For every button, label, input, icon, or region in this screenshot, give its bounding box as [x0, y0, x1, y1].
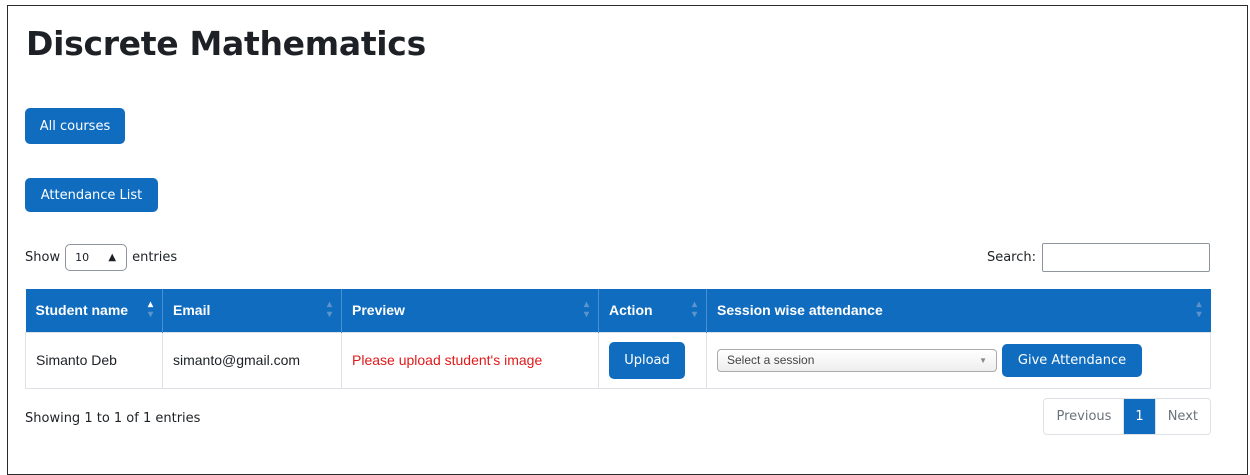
search-input[interactable] [1042, 243, 1210, 272]
pagination-next[interactable]: Next [1154, 399, 1210, 434]
column-header-email[interactable]: Email ▴ ▾ [162, 289, 342, 332]
session-select[interactable]: Select a session ▼ [717, 348, 997, 372]
table-header-row: Student name ▴ ▾ Email ▴ ▾ Preview ▴ ▾ Acti… [25, 289, 1211, 332]
sort-arrows-icon: ▲︎ [108, 251, 117, 263]
table-info: Showing 1 to 1 of 1 entries [25, 411, 201, 426]
attendance-list-button[interactable]: Attendance List [25, 178, 158, 212]
pagination: Previous 1 Next [1043, 398, 1211, 435]
chevron-down-icon: ▼ [979, 355, 987, 365]
action-cell: Upload [598, 331, 707, 389]
sort-icon: ▴ ▾ [147, 299, 153, 321]
upload-button[interactable]: Upload [609, 341, 685, 379]
page-title: Discrete Mathematics [26, 24, 426, 63]
give-attendance-button[interactable]: Give Attendance [1002, 343, 1142, 377]
search-label: Search: [986, 250, 1036, 265]
sort-icon: ▴ ▾ [1196, 299, 1202, 321]
column-label: Email [173, 302, 211, 319]
preview-cell: Please upload student's image [341, 331, 599, 389]
pagination-previous[interactable]: Previous [1044, 399, 1123, 434]
entries-label: entries [132, 249, 178, 265]
session-select-placeholder: Select a session [727, 353, 815, 367]
entries-length-control: Show 10 ▲︎ entries [25, 243, 177, 271]
email-cell: simanto@gmail.com [162, 331, 342, 389]
attendance-table: Student name ▴ ▾ Email ▴ ▾ Preview ▴ ▾ Acti… [25, 289, 1211, 389]
column-header-action[interactable]: Action ▴ ▾ [598, 289, 707, 332]
all-courses-button[interactable]: All courses [25, 108, 125, 144]
column-label: Preview [352, 302, 405, 319]
student-name-cell: Simanto Deb [25, 331, 163, 389]
column-label: Session wise attendance [717, 302, 883, 319]
session-controls: Select a session ▼ Give Attendance [717, 343, 1200, 377]
entries-length-select[interactable]: 10 ▲︎ [65, 243, 128, 271]
column-header-preview[interactable]: Preview ▴ ▾ [341, 289, 599, 332]
column-label: Student name [35, 302, 129, 319]
sort-icon: ▴ ▾ [691, 299, 697, 321]
sort-icon: ▴ ▾ [326, 299, 332, 321]
search-control: Search: [987, 243, 1210, 272]
show-label: Show [25, 249, 61, 265]
upload-warning-text: Please upload student's image [352, 352, 543, 368]
session-cell: Select a session ▼ Give Attendance [706, 331, 1211, 389]
pagination-page-1[interactable]: 1 [1123, 399, 1155, 434]
table-row: Simanto Deb simanto@gmail.com Please upl… [25, 331, 1211, 389]
entries-length-value: 10 [75, 250, 90, 264]
sort-icon: ▴ ▾ [583, 299, 589, 321]
column-label: Action [609, 302, 653, 319]
column-header-student-name[interactable]: Student name ▴ ▾ [25, 289, 163, 332]
column-header-session-wise-attendance[interactable]: Session wise attendance ▴ ▾ [706, 289, 1211, 332]
